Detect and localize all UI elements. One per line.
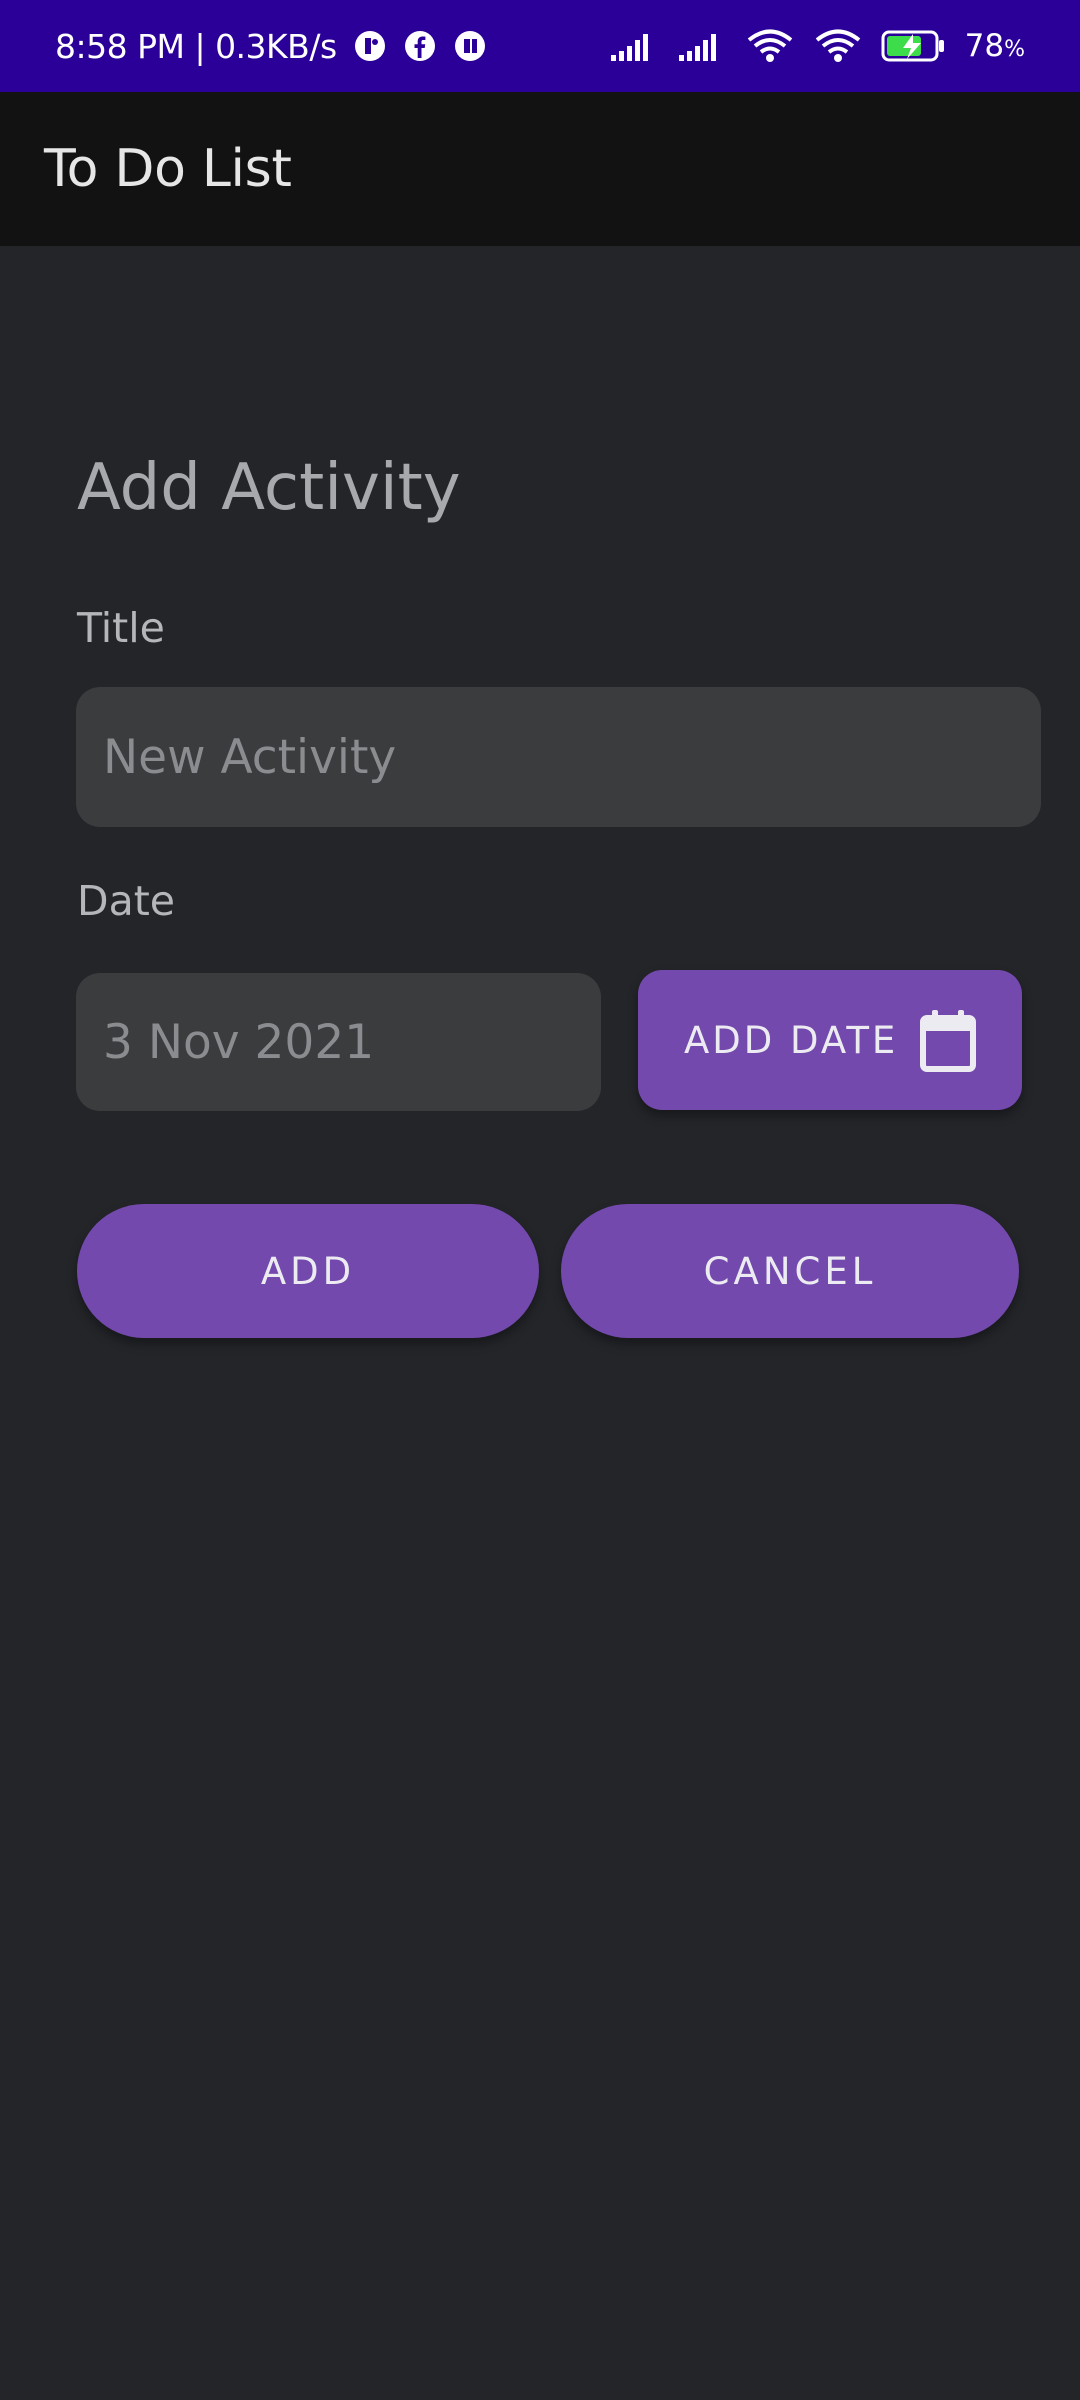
page-title: Add Activity (77, 451, 461, 525)
add-button[interactable]: ADD (77, 1204, 539, 1338)
battery-level: 78% (964, 28, 1025, 64)
app-bar: To Do List (0, 92, 1080, 246)
status-left: 8:58 PM | 0.3KB/s (55, 0, 487, 92)
add-date-button[interactable]: ADD DATE (638, 970, 1022, 1110)
title-input[interactable]: New Activity (76, 687, 1041, 827)
facebook-icon (404, 31, 435, 61)
app-title: To Do List (44, 139, 292, 199)
date-field[interactable]: 3 Nov 2021 (76, 973, 601, 1111)
date-label: Date (77, 877, 175, 925)
notification-icon (454, 31, 485, 61)
status-right: 78% (609, 0, 1025, 92)
signal-icon (678, 34, 716, 61)
title-placeholder: New Activity (103, 729, 397, 785)
status-bar: 8:58 PM | 0.3KB/s 78% (0, 0, 1080, 92)
battery-charging-icon (881, 30, 944, 62)
cancel-button[interactable]: CANCEL (561, 1204, 1019, 1338)
notification-icon (354, 31, 385, 61)
add-button-label: ADD (260, 1249, 356, 1293)
calendar-icon (920, 1010, 976, 1072)
wifi-icon (815, 29, 860, 62)
signal-icon (610, 34, 648, 61)
wifi-icon (747, 29, 792, 62)
add-date-label: ADD DATE (684, 1018, 899, 1062)
title-label: Title (77, 604, 165, 652)
add-activity-form: Add Activity Title New Activity Date 3 N… (0, 246, 1080, 2400)
status-time: 8:58 PM | 0.3KB/s (55, 26, 337, 66)
date-value: 3 Nov 2021 (103, 1014, 375, 1070)
cancel-button-label: CANCEL (703, 1249, 877, 1293)
